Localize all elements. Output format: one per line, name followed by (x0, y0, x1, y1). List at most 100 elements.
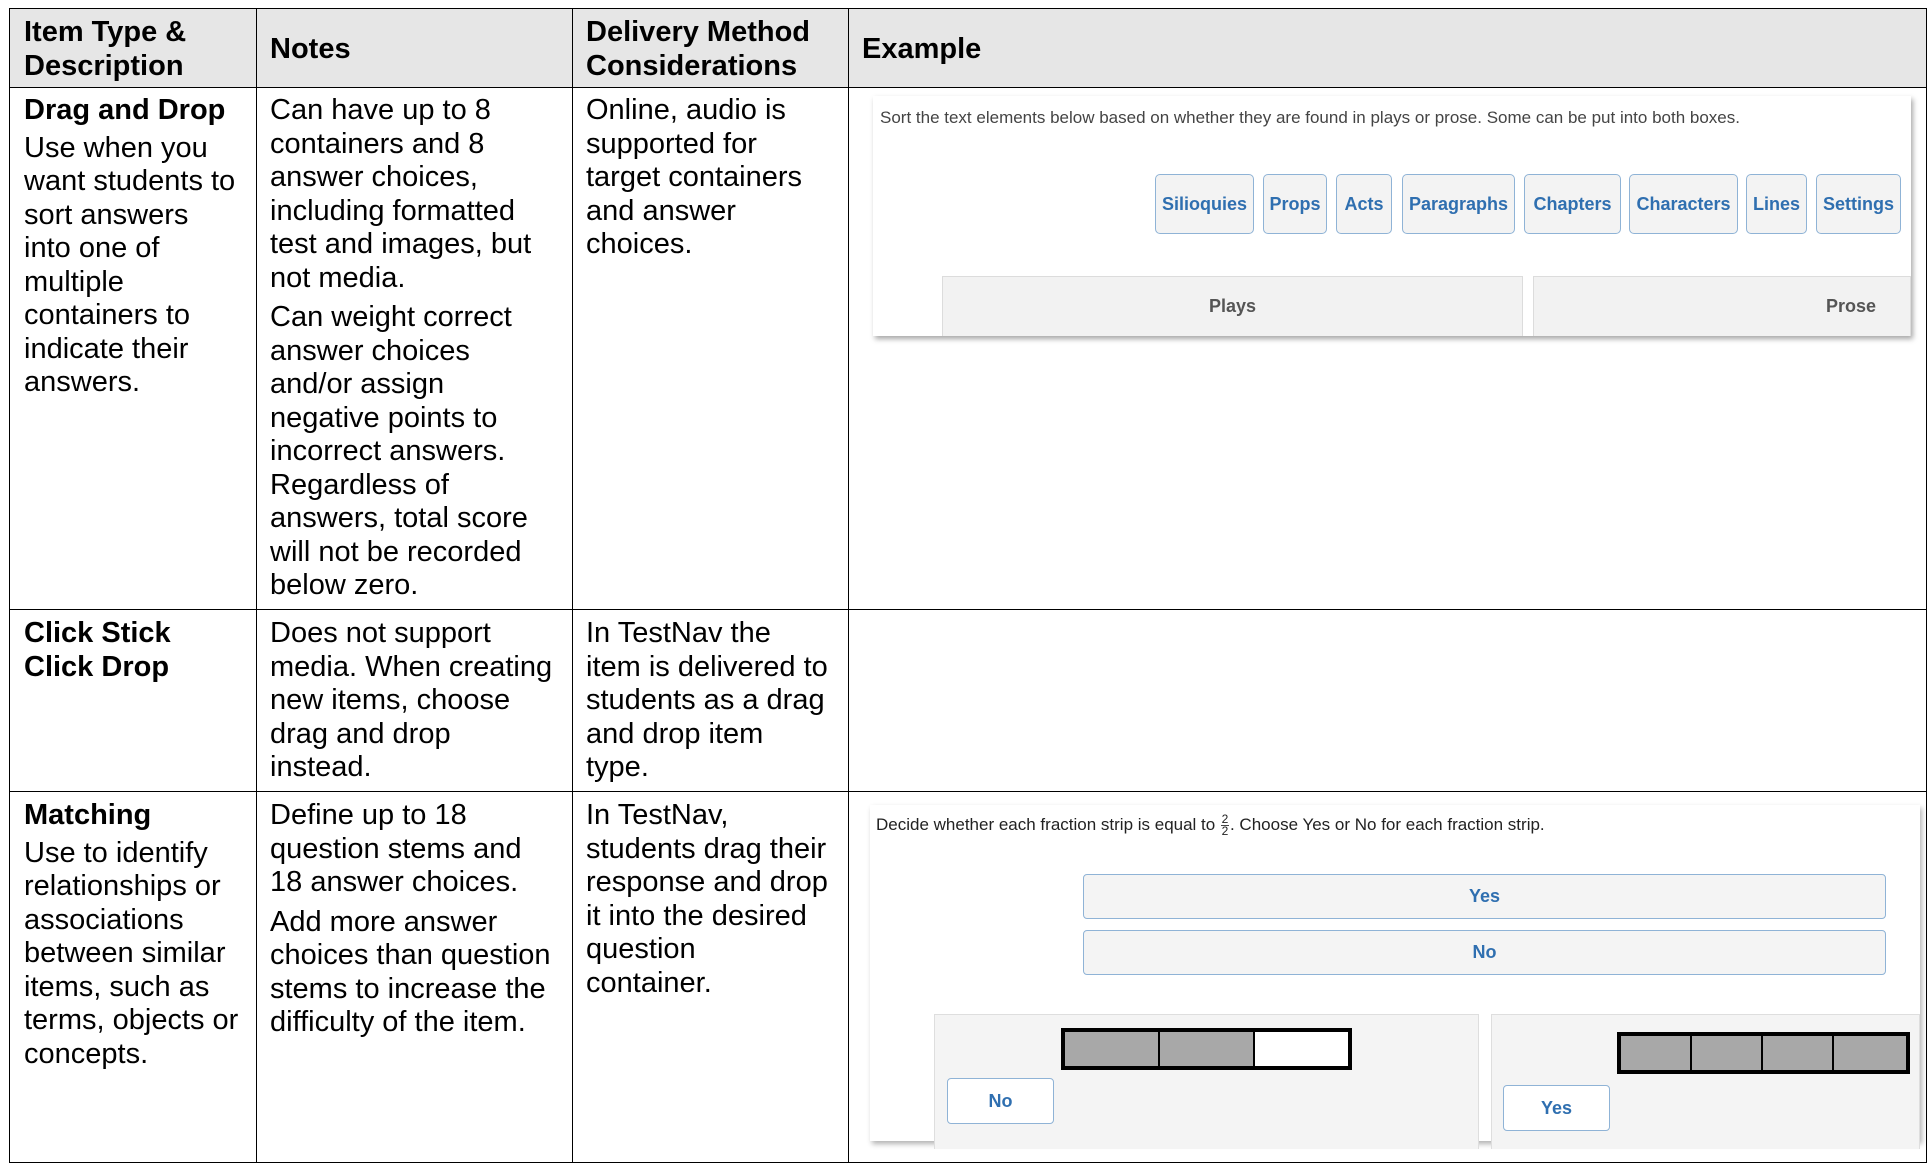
text-line: negative points to (270, 401, 498, 434)
strip-segment-filled (1834, 1036, 1906, 1070)
row-matching-description: Matching Use to identify relationships o… (10, 799, 256, 1071)
strip-segment-filled (1065, 1032, 1160, 1066)
text-line: students drag their (586, 832, 827, 865)
text-line: stems to increase the (270, 972, 546, 1005)
header-line: Item Type & (24, 16, 187, 48)
header-line: Delivery Method (586, 16, 810, 48)
text-line: including formatted (270, 194, 516, 227)
row-drag-drop-description: Drag and Drop Use when you want students… (10, 94, 256, 400)
text-line: answer choices, (270, 161, 478, 193)
answer-chip[interactable]: Settings (1816, 174, 1901, 234)
text-line: choices than question (270, 939, 551, 971)
strip-segment-empty (1255, 1032, 1348, 1066)
text-line: relationships or (24, 870, 221, 902)
text-line: not media. (270, 261, 406, 294)
answer-option-no[interactable]: No (1083, 930, 1886, 975)
item-type-title: Drag and Drop (24, 94, 226, 126)
text-line: it into the desired (586, 899, 807, 932)
text-line: Can have up to 8 (270, 94, 491, 126)
text-line: Use to identify (24, 836, 208, 869)
row-matching-notes: Define up to 18 question stems and 18 an… (256, 799, 572, 1040)
row-divider (10, 609, 1926, 610)
strip-segment-filled (1621, 1036, 1692, 1070)
text-line: Can weight correct (270, 301, 512, 333)
text-line: container. (586, 966, 712, 999)
text-line: answers. (24, 366, 141, 398)
text-line: type. (586, 751, 649, 783)
row-click-stick-notes: Does not support media. When creating ne… (256, 617, 572, 785)
drop-container-plays[interactable]: Plays (942, 276, 1523, 336)
text-line: will not be recorded (270, 535, 522, 568)
header-line: Notes (270, 33, 351, 65)
header-example: Example (848, 33, 1248, 67)
row-drag-drop-delivery: Online, audio is supported for target co… (572, 94, 848, 262)
answer-chip[interactable]: Silioquies (1155, 174, 1254, 234)
strip-segment-filled (1692, 1036, 1763, 1070)
text-line: terms, objects or (24, 1004, 239, 1036)
dropped-answer-no[interactable]: No (947, 1078, 1054, 1124)
strip-segment-filled (1763, 1036, 1834, 1070)
text-line: item is delivered to (586, 650, 828, 683)
row-click-stick-description: Click Stick Click Drop (10, 617, 256, 684)
answer-option-yes[interactable]: Yes (1083, 874, 1886, 919)
text-line: In TestNav, (586, 799, 729, 831)
matching-prompt: Decide whether each fraction strip is eq… (876, 813, 1545, 838)
text-line: instead. (270, 751, 372, 783)
text-line: new items, choose (270, 684, 511, 716)
header-delivery: Delivery Method Considerations (572, 16, 848, 83)
text-line: below zero. (270, 569, 419, 601)
row-matching-delivery: In TestNav, students drag their response… (572, 799, 848, 1000)
text-line: Does not support (270, 617, 491, 649)
text-line: associations (24, 903, 184, 936)
text-line: answer choices (270, 334, 470, 367)
notes-paragraph: Define up to 18 question stems and 18 an… (270, 799, 558, 900)
row-divider (10, 791, 1926, 792)
notes-paragraph: Add more answer choices than question st… (270, 906, 558, 1040)
header-notes: Notes (256, 33, 572, 67)
text-line: indicate their (24, 332, 189, 365)
answer-chip[interactable]: Props (1263, 174, 1327, 234)
header-line: Considerations (586, 49, 798, 82)
text-line: sort answers (24, 198, 189, 231)
notes-paragraph: Can have up to 8 containers and 8 answer… (270, 94, 558, 295)
text-line: response and drop (586, 866, 828, 898)
fraction-two-halves: 22 (1220, 813, 1229, 838)
text-line: Regardless of (270, 468, 449, 501)
item-type-title: Click Stick (24, 617, 171, 649)
text-line: target containers (586, 161, 803, 193)
text-line: drag and drop (270, 717, 451, 750)
text-line: multiple (24, 265, 124, 298)
row-drag-drop-notes: Can have up to 8 containers and 8 answer… (256, 94, 572, 603)
answer-chip[interactable]: Lines (1746, 174, 1807, 234)
text-line: 18 answer choices. (270, 866, 519, 898)
item-type-title: Matching (24, 799, 152, 831)
answer-chip[interactable]: Characters (1629, 174, 1738, 234)
text-line: Use when you (24, 131, 208, 164)
drop-container-prose[interactable]: Prose (1533, 276, 1911, 336)
text-line: incorrect answers. (270, 435, 506, 467)
header-line: Description (24, 49, 184, 82)
text-line: test and images, but (270, 228, 532, 260)
fraction-strip (1061, 1028, 1352, 1070)
strip-segment-filled (1160, 1032, 1255, 1066)
text-line: In TestNav the (586, 617, 771, 649)
text-line: want students to (24, 165, 236, 197)
drag-drop-prompt: Sort the text elements below based on wh… (880, 108, 1740, 127)
dropped-answer-yes[interactable]: Yes (1503, 1085, 1610, 1131)
text-line: between similar (24, 937, 226, 969)
text-line: Define up to 18 (270, 799, 467, 831)
text-line: supported for (586, 127, 757, 160)
fraction-denominator: 2 (1221, 824, 1229, 838)
answer-chip[interactable]: Chapters (1524, 174, 1621, 234)
answer-chip[interactable]: Paragraphs (1402, 174, 1515, 234)
text-line: answers, total score (270, 502, 528, 534)
answer-chip[interactable]: Acts (1336, 174, 1392, 234)
text-line: choices. (586, 228, 693, 260)
text-line: Online, audio is (586, 94, 786, 126)
text-line: question stems and (270, 832, 522, 865)
item-type-description: Use when you want students to sort answe… (24, 132, 242, 400)
text-line: containers and 8 (270, 127, 485, 160)
text-line: concepts. (24, 1037, 149, 1070)
item-type-title: Click Drop (24, 650, 170, 683)
text-line: containers to (24, 299, 191, 331)
